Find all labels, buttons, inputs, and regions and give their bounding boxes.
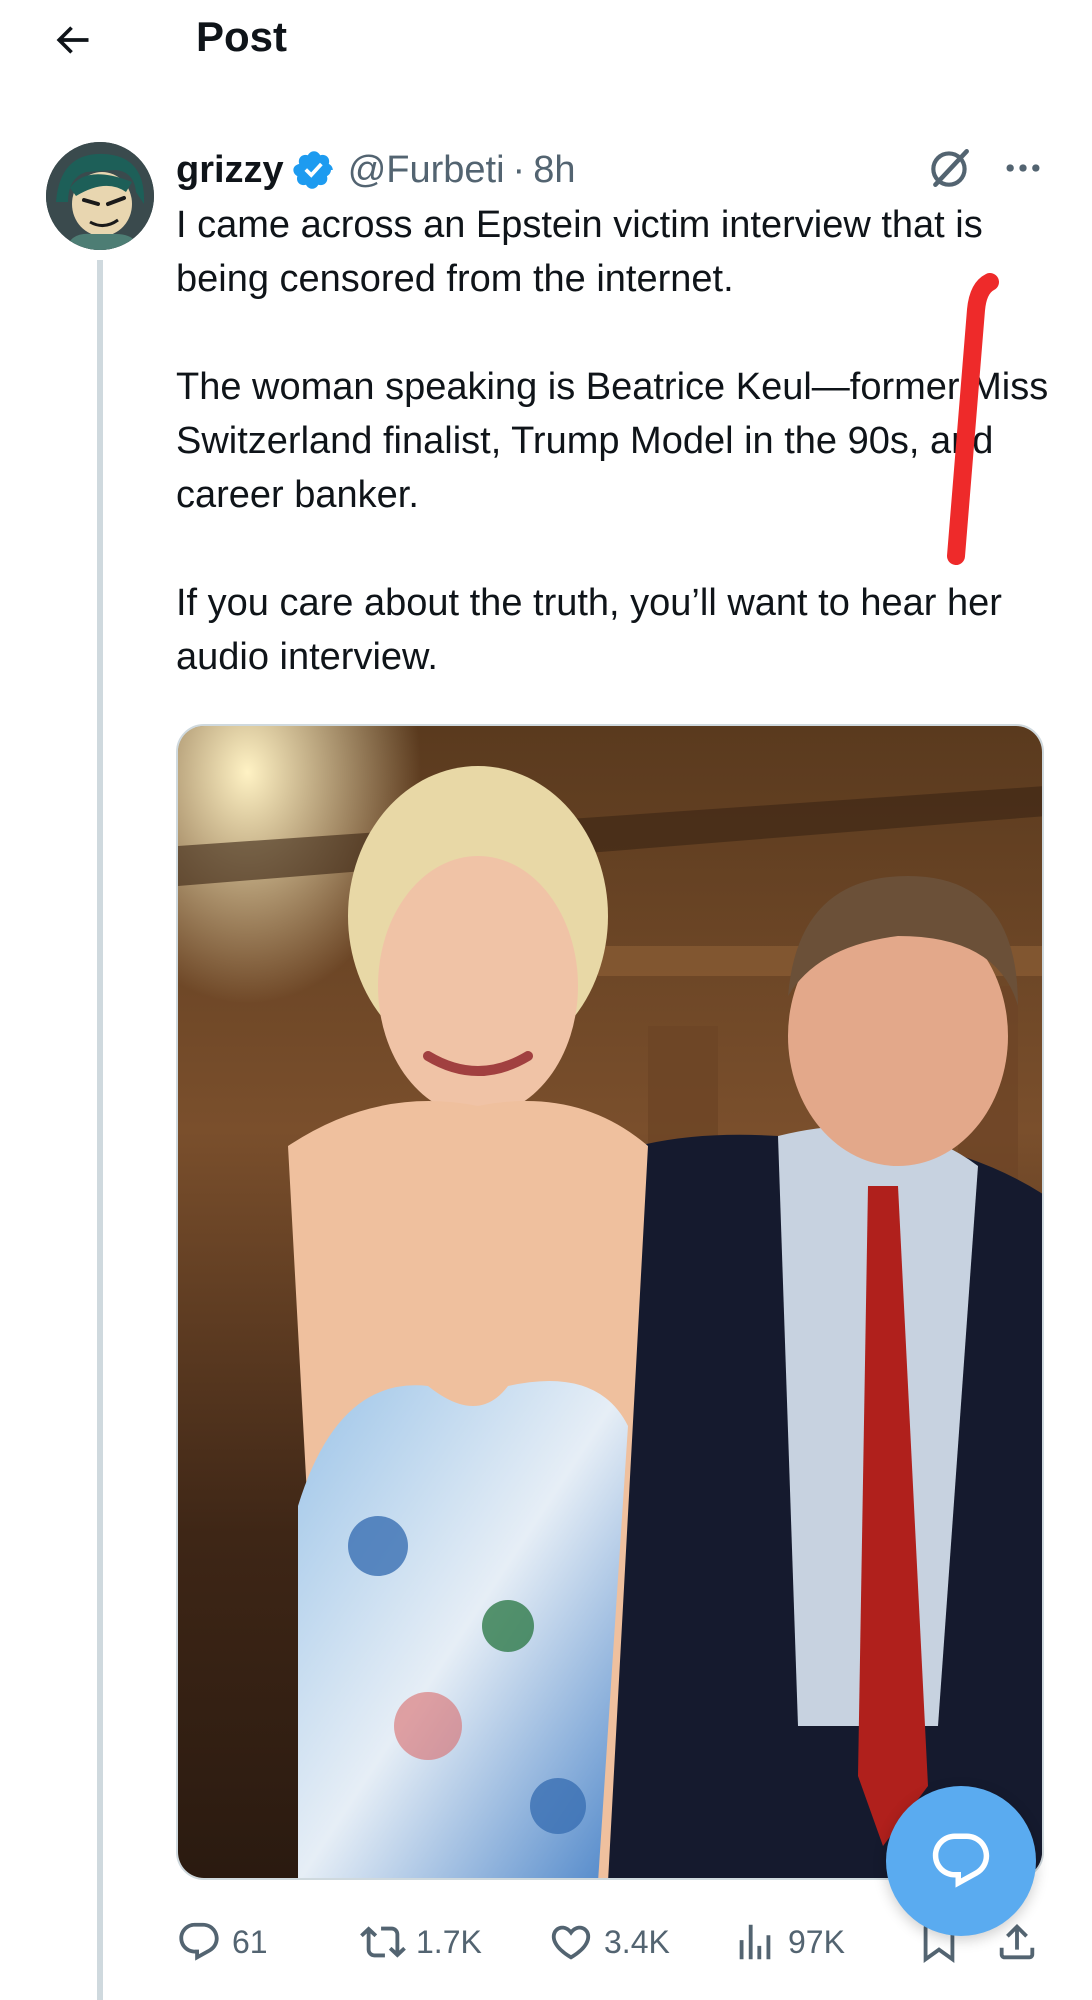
post-paragraph: If you care about the truth, you’ll want…: [176, 582, 1002, 678]
grok-icon: [931, 149, 969, 187]
post-photo[interactable]: [176, 724, 1044, 1880]
share-icon: [999, 1923, 1035, 1960]
timestamp[interactable]: 8h: [533, 149, 575, 192]
views-count: 97K: [788, 1923, 845, 1960]
views-button[interactable]: 97K: [732, 1910, 845, 1974]
back-button[interactable]: [44, 12, 100, 68]
like-count: 3.4K: [604, 1923, 670, 1960]
repost-button[interactable]: 1.7K: [360, 1910, 482, 1974]
handle[interactable]: @Furbeti: [348, 149, 505, 192]
post-paragraph: The woman speaking is Beatrice Keul—form…: [176, 366, 1049, 516]
display-name[interactable]: grizzy: [176, 149, 284, 192]
thread-line: [97, 260, 103, 2000]
heart-icon: [551, 1925, 591, 1960]
author-line: grizzy @Furbeti · 8h: [176, 142, 575, 198]
views-icon: [739, 1924, 771, 1960]
floating-reply-button[interactable]: [886, 1786, 1036, 1936]
reply-count: 61: [232, 1923, 268, 1960]
verified-badge-icon[interactable]: [292, 148, 336, 192]
more-icon: [1006, 164, 1040, 172]
separator-dot: ·: [512, 148, 526, 191]
post-paragraph: I came across an Epstein victim intervie…: [176, 204, 983, 300]
repost-icon: [360, 1926, 406, 1958]
top-bar: Post: [0, 0, 1092, 82]
arrow-left-icon: [56, 26, 89, 54]
more-options-button[interactable]: [994, 140, 1052, 196]
repost-count: 1.7K: [416, 1923, 482, 1960]
post-text: I came across an Epstein victim intervie…: [176, 198, 1056, 684]
reply-compose-icon: [932, 1833, 990, 1888]
avatar[interactable]: [46, 142, 154, 250]
like-button[interactable]: 3.4K: [548, 1910, 670, 1974]
reply-button[interactable]: 61: [176, 1910, 268, 1974]
avatar-cartoon-icon: [46, 142, 154, 250]
page-title: Post: [196, 13, 288, 60]
grok-button[interactable]: [922, 140, 978, 196]
reply-icon: [179, 1922, 219, 1961]
photo-illustration: [178, 726, 1042, 1878]
